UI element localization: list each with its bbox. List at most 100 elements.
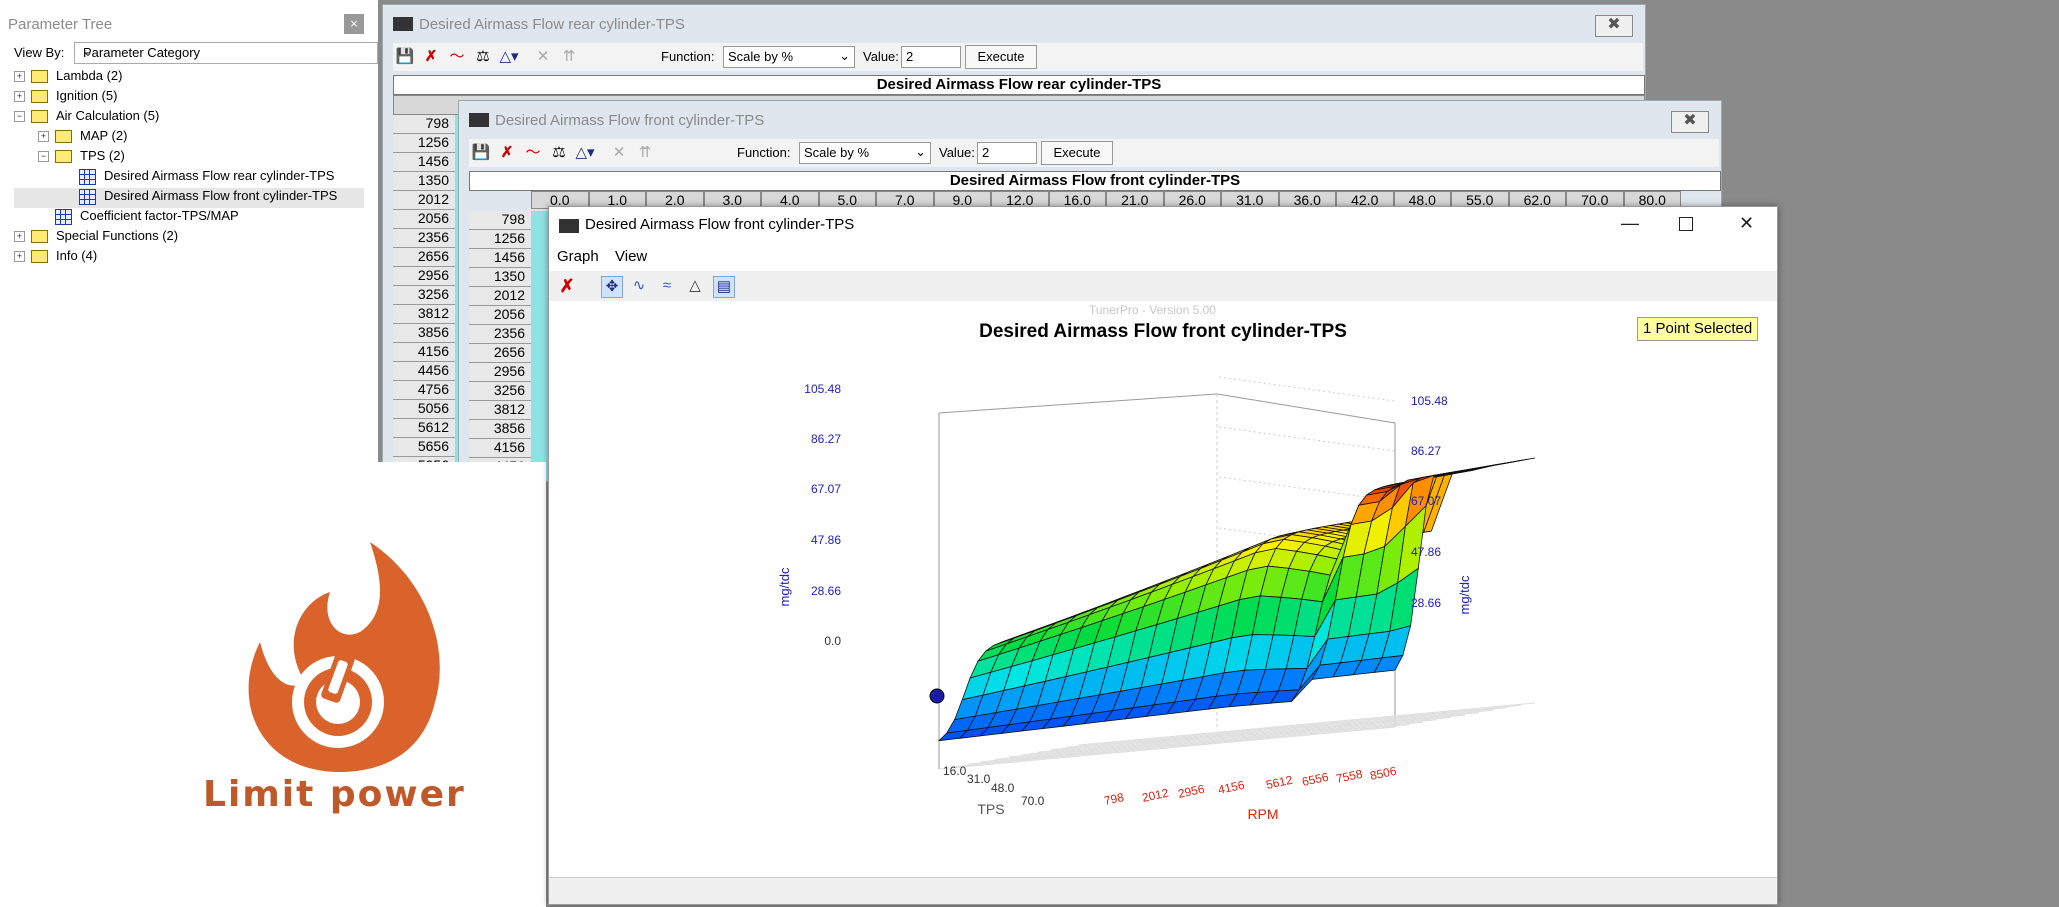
tree-item-label: Air Calculation (5) xyxy=(56,108,160,123)
rpm-tick: 4156 xyxy=(1217,778,1246,797)
z-axis-left-ticks: 105.48 86.27 67.07 47.86 28.66 0.0 xyxy=(804,382,841,648)
row-header: 3812 xyxy=(393,305,455,324)
z-tick-right: 67.07 xyxy=(1411,494,1441,508)
close-red-icon[interactable]: ✗ xyxy=(497,143,517,163)
front-row-headers: 798 1256 1456 1350 2012 2056 2356 2656 2956 3256 3… xyxy=(469,211,531,477)
function-select[interactable]: Scale by % ⌄ xyxy=(799,142,931,164)
front-toolbar: 💾 ✗ 〜 ⚖ △▾ ✕ ⇈ Function: Scale by % ⌄ Va… xyxy=(469,139,1719,167)
view-by-label: View By: xyxy=(14,45,65,60)
rpm-tick: 6556 xyxy=(1301,770,1330,789)
tree-item[interactable]: − TPS (2) xyxy=(14,148,364,168)
row-header: 5656 xyxy=(393,438,455,457)
tree-item[interactable]: + Lambda (2) xyxy=(14,68,364,88)
z-tick-left: 105.48 xyxy=(804,382,841,396)
surface-plot[interactable]: 105.48 86.27 67.07 47.86 28.66 0.0 105.48 86.2… xyxy=(549,207,1777,877)
interpolate-icon[interactable]: △▾ xyxy=(575,143,595,163)
tree-item[interactable]: Desired Airmass Flow rear cylinder-TPS xyxy=(14,168,364,188)
row-header: 2956 xyxy=(393,267,455,286)
row-header: 4456 xyxy=(393,362,455,381)
expand-icon[interactable]: + xyxy=(14,251,25,263)
row-header: 2012 xyxy=(393,191,455,210)
row-header: 2356 xyxy=(469,325,531,344)
execute-button[interactable]: Execute xyxy=(965,45,1037,69)
rear-toolbar: 💾 ✗ 〜 ⚖ △▾ ✕ ⇈ Function: Scale by % ⌄ Va… xyxy=(393,43,1643,71)
row-header: 5612 xyxy=(393,419,455,438)
selected-point-marker[interactable] xyxy=(929,688,945,704)
tree-item-label: Desired Airmass Flow rear cylinder-TPS xyxy=(104,168,335,183)
balance-icon[interactable]: ⚖ xyxy=(549,143,569,163)
z-axis-right-label: mg/tdc xyxy=(1457,575,1472,615)
tps-tick: 16.0 xyxy=(943,764,967,778)
tree-item[interactable]: + Special Functions (2) xyxy=(14,228,364,248)
balance-icon[interactable]: ⚖ xyxy=(473,47,493,67)
value-input[interactable]: 2 xyxy=(901,46,961,68)
tree-item[interactable]: + Ignition (5) xyxy=(14,88,364,108)
save-icon[interactable]: 💾 xyxy=(395,47,415,67)
tree-item-label: MAP (2) xyxy=(80,128,128,143)
value-text: 2 xyxy=(906,49,914,64)
close-icon[interactable]: ✖ xyxy=(1671,111,1709,133)
z-tick-right: 28.66 xyxy=(1411,596,1441,610)
row-header: 4156 xyxy=(393,343,455,362)
table-icon xyxy=(79,168,96,185)
rpm-ticks: 798 2012 2956 4156 5612 6556 7558 8506 xyxy=(1103,764,1398,808)
z-tick-left: 47.86 xyxy=(811,533,841,547)
row-header: 1350 xyxy=(469,268,531,287)
front-table-title: Desired Airmass Flow front cylinder-TPS xyxy=(469,171,1721,191)
chevron-down-icon: ⌄ xyxy=(83,45,94,59)
tree-item[interactable]: Coefficient factor-TPS/MAP xyxy=(14,208,364,228)
graph-statusbar xyxy=(549,877,1777,904)
tree-item[interactable]: − Air Calculation (5) xyxy=(14,108,364,128)
view-by-select[interactable]: Parameter Category ⌄ xyxy=(74,42,378,64)
split-icon[interactable]: ⇈ xyxy=(559,47,579,67)
tree-item[interactable]: + MAP (2) xyxy=(14,128,364,148)
rear-window-title: Desired Airmass Flow rear cylinder-TPS xyxy=(419,16,685,33)
parameter-tree-title: Parameter Tree xyxy=(8,16,113,33)
logo-text: Limit power xyxy=(203,774,466,815)
split-icon[interactable]: ⇈ xyxy=(635,143,655,163)
table-icon xyxy=(55,208,72,225)
interpolate-icon[interactable]: △▾ xyxy=(499,47,519,67)
tree-item-label: Special Functions (2) xyxy=(56,228,179,243)
chevron-down-icon: ⌄ xyxy=(915,144,926,159)
tree-item[interactable]: + Info (4) xyxy=(14,248,364,268)
rpm-tick: 2012 xyxy=(1141,786,1170,805)
row-header: 3812 xyxy=(469,401,531,420)
row-header: 2012 xyxy=(469,287,531,306)
cut-icon[interactable]: ✕ xyxy=(533,47,553,67)
value-input[interactable]: 2 xyxy=(977,142,1037,164)
function-value: Scale by % xyxy=(804,145,870,160)
tree-list: + Lambda (2) + Ignition (5) − Air Calculation… xyxy=(14,68,364,268)
view-by-row: View By: Parameter Category ⌄ xyxy=(8,42,378,64)
collapse-icon[interactable]: − xyxy=(14,111,25,123)
expand-icon[interactable]: + xyxy=(14,231,25,243)
z-tick-left: 28.66 xyxy=(811,584,841,598)
collapse-icon[interactable]: − xyxy=(38,151,49,163)
tree-item[interactable]: Desired Airmass Flow front cylinder-TPS xyxy=(14,188,364,208)
close-icon[interactable]: ✖ xyxy=(1595,15,1633,37)
execute-button[interactable]: Execute xyxy=(1041,141,1113,165)
y-axis-label: RPM xyxy=(1247,806,1278,822)
z-gridline xyxy=(1218,376,1396,402)
expand-icon[interactable]: + xyxy=(14,71,25,83)
row-header: 2656 xyxy=(469,344,531,363)
row-header: 3856 xyxy=(469,420,531,439)
table-window-icon xyxy=(469,113,489,127)
tree-item-label: Ignition (5) xyxy=(56,88,118,103)
save-icon[interactable]: 💾 xyxy=(471,143,491,163)
function-label: Function: xyxy=(737,145,791,160)
function-value: Scale by % xyxy=(728,49,794,64)
z-tick-right: 47.86 xyxy=(1411,545,1441,559)
function-select[interactable]: Scale by % ⌄ xyxy=(723,46,855,68)
expand-icon[interactable]: + xyxy=(38,131,49,143)
cut-icon[interactable]: ✕ xyxy=(609,143,629,163)
row-header: 5056 xyxy=(393,400,455,419)
row-header: 2656 xyxy=(393,248,455,267)
graph-icon[interactable]: 〜 xyxy=(447,47,467,67)
graph-icon[interactable]: 〜 xyxy=(523,143,543,163)
row-header: 1456 xyxy=(469,249,531,268)
close-red-icon[interactable]: ✗ xyxy=(421,47,441,67)
close-icon[interactable]: × xyxy=(344,14,364,34)
expand-icon[interactable]: + xyxy=(14,91,25,103)
row-header: 1456 xyxy=(393,153,455,172)
